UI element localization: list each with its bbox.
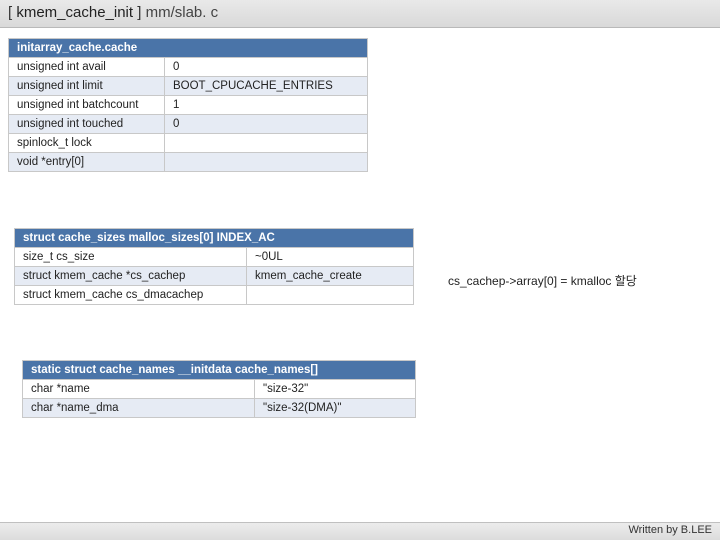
table-malloc-sizes: struct cache_sizes malloc_sizes[0] INDEX… xyxy=(14,228,414,305)
table-row: char *name_dma "size-32(DMA)" xyxy=(23,399,416,418)
cell-key: struct kmem_cache cs_dmacachep xyxy=(15,286,247,305)
table2-header: struct cache_sizes malloc_sizes[0] INDEX… xyxy=(15,229,414,248)
table-row: size_t cs_size ~0UL xyxy=(15,248,414,267)
cell-key: unsigned int batchcount xyxy=(9,96,165,115)
table-row: char *name "size-32" xyxy=(23,380,416,399)
cell-val xyxy=(247,286,414,305)
table3-header: static struct cache_names __initdata cac… xyxy=(23,361,416,380)
table-cache-names: static struct cache_names __initdata cac… xyxy=(22,360,416,418)
file-path: mm/slab. c xyxy=(141,4,218,21)
table-row: unsigned int avail 0 xyxy=(9,58,368,77)
cell-key: size_t cs_size xyxy=(15,248,247,267)
cell-val: 0 xyxy=(165,115,368,134)
annotation-cs-cachep: cs_cachep->array[0] = kmalloc 할당 xyxy=(448,272,637,289)
cell-val xyxy=(165,153,368,172)
table-row: struct kmem_cache *cs_cachep kmem_cache_… xyxy=(15,267,414,286)
cell-key: unsigned int limit xyxy=(9,77,165,96)
cell-key: char *name_dma xyxy=(23,399,255,418)
cell-key: unsigned int touched xyxy=(9,115,165,134)
function-name: kmem_cache_init xyxy=(12,4,137,21)
table-row: spinlock_t lock xyxy=(9,134,368,153)
cell-key: unsigned int avail xyxy=(9,58,165,77)
table-row: struct kmem_cache cs_dmacachep xyxy=(15,286,414,305)
cell-val: 0 xyxy=(165,58,368,77)
table-row: unsigned int batchcount 1 xyxy=(9,96,368,115)
cell-val: "size-32(DMA)" xyxy=(255,399,416,418)
table-row: unsigned int limit BOOT_CPUCACHE_ENTRIES xyxy=(9,77,368,96)
cell-val: BOOT_CPUCACHE_ENTRIES xyxy=(165,77,368,96)
cell-key: char *name xyxy=(23,380,255,399)
cell-val: "size-32" xyxy=(255,380,416,399)
table-row: unsigned int touched 0 xyxy=(9,115,368,134)
cell-key: void *entry[0] xyxy=(9,153,165,172)
slide-content: initarray_cache.cache unsigned int avail… xyxy=(0,28,720,522)
cell-val: 1 xyxy=(165,96,368,115)
table-row: void *entry[0] xyxy=(9,153,368,172)
footer-bar: Written by B.LEE xyxy=(0,522,720,540)
cell-val xyxy=(165,134,368,153)
table1-header: initarray_cache.cache xyxy=(9,39,368,58)
cell-val: kmem_cache_create xyxy=(247,267,414,286)
cell-key: struct kmem_cache *cs_cachep xyxy=(15,267,247,286)
cell-val: ~0UL xyxy=(247,248,414,267)
author-label: Written by B.LEE xyxy=(628,524,712,536)
cell-key: spinlock_t lock xyxy=(9,134,165,153)
title-bar: [ kmem_cache_init ] mm/slab. c xyxy=(0,0,720,28)
table-initarray-cache: initarray_cache.cache unsigned int avail… xyxy=(8,38,368,172)
